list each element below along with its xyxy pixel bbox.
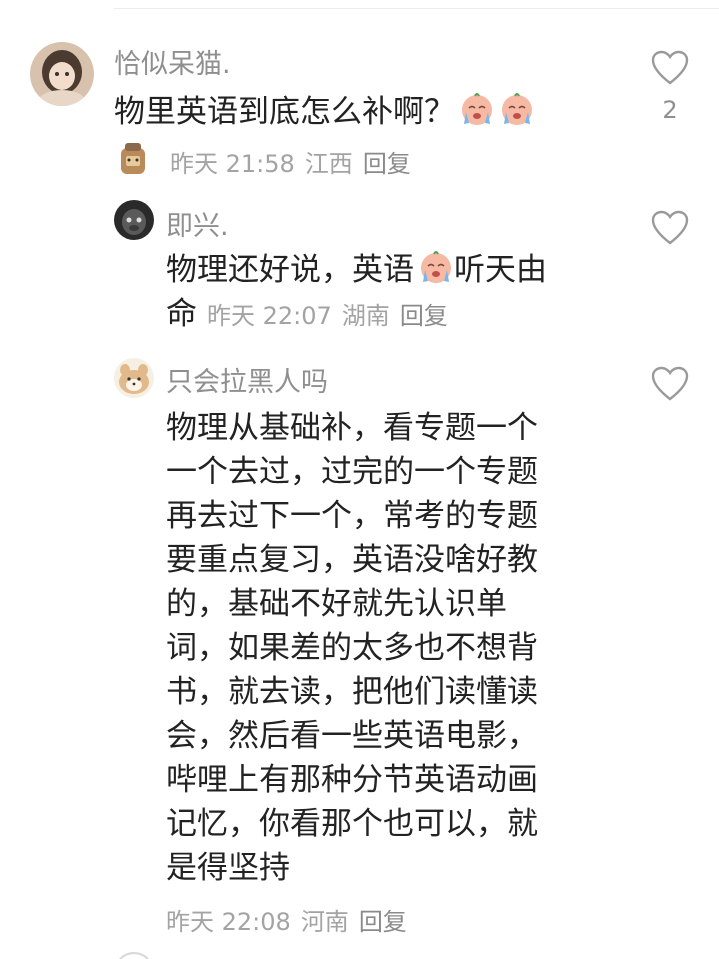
reply-button[interactable]: 回复	[363, 150, 411, 178]
comment-location: 江西	[304, 150, 353, 178]
comment-text-line: 哔哩上有那种分节英语动画	[166, 762, 538, 798]
comment-text-line: 记忆，你看那个也可以，就	[166, 806, 538, 842]
comment-time: 22:08	[221, 908, 291, 936]
reply-button[interactable]: 回复	[359, 908, 407, 936]
comment-meta: 昨天 21:58 江西 回复	[170, 144, 411, 179]
comment-date: 昨天	[166, 908, 214, 936]
comment-text-content: 物里英语到底怎么补啊？	[114, 94, 455, 130]
comment-text-content-end: 命	[166, 296, 197, 332]
crying-face-emoji-icon	[499, 92, 535, 138]
comment-text-content: 物理还好说，英语	[166, 252, 414, 288]
comment-text: 物理还好说，英语 听天由	[166, 250, 547, 296]
avatar[interactable]	[30, 42, 94, 106]
comment-text-line2: 命昨天 22:07 湖南 回复	[166, 294, 448, 336]
comment-text: 物理从基础补，看专题一个 一个去过，过完的一个专题 再去过下一个，常考的专题 要…	[166, 406, 538, 890]
avatar[interactable]	[114, 200, 154, 240]
comment-date: 昨天	[207, 302, 255, 330]
comment-text-line: 会，然后看一些英语电影，	[166, 718, 538, 754]
comment-text-line: 再去过下一个，常考的专题	[166, 498, 538, 534]
comment-text-content-cont: 听天由	[454, 252, 547, 288]
comment-location: 湖南	[341, 302, 390, 330]
heart-icon[interactable]	[651, 366, 689, 406]
comment-text-line: 物理从基础补，看专题一个	[166, 410, 538, 446]
reply-button[interactable]: 回复	[400, 302, 448, 330]
top-divider	[114, 8, 719, 9]
comment-meta: 昨天 22:07 湖南 回复	[207, 302, 448, 330]
comment-text-line: 词，如果差的太多也不想背	[166, 630, 538, 666]
like-count: 2	[662, 96, 678, 124]
comment-meta: 昨天 22:08 河南 回复	[166, 902, 407, 937]
comment-text-line: 一个去过，过完的一个专题	[166, 454, 538, 490]
comment-location: 河南	[300, 908, 349, 936]
user-badge-icon	[116, 140, 150, 176]
crying-face-emoji-icon	[459, 92, 495, 138]
comment-text-line: 的，基础不好就先认识单	[166, 586, 507, 622]
crying-face-emoji-icon	[418, 250, 454, 296]
next-comment-avatar	[114, 952, 154, 959]
comment-text-line: 书，就去读，把他们读懂读	[166, 674, 538, 710]
heart-icon[interactable]	[651, 210, 689, 250]
username[interactable]: 即兴.	[166, 204, 229, 243]
comment-time: 21:58	[225, 150, 295, 178]
username[interactable]: 恰似呆猫.	[114, 42, 231, 81]
comment-text: 物里英语到底怎么补啊？	[114, 92, 535, 138]
comment-text-line: 是得坚持	[166, 850, 290, 886]
comment-time: 22:07	[262, 302, 332, 330]
heart-icon[interactable]	[651, 50, 689, 90]
comment-date: 昨天	[170, 150, 218, 178]
username[interactable]: 只会拉黑人吗	[166, 360, 328, 399]
comment-text-line: 要重点复习，英语没啥好教	[166, 542, 538, 578]
avatar[interactable]	[114, 358, 154, 398]
